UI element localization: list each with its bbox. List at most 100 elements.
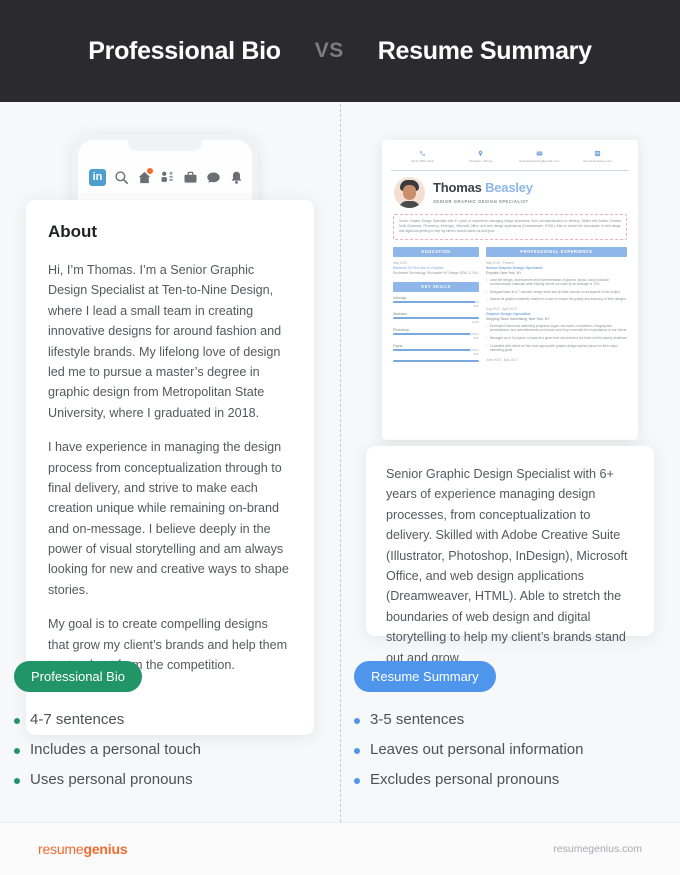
resume-first-name: Thomas: [433, 180, 482, 196]
resume-contact-text: thomasbeasley@gmail.com: [519, 159, 560, 163]
resume-header: Thomas Beasley SENIOR GRAPHIC DESIGN SPE…: [391, 177, 629, 214]
search-icon[interactable]: [114, 170, 129, 185]
resume-job-title: SENIOR GRAPHIC DESIGN SPECIALIST: [433, 198, 529, 204]
about-paragraph-2: I have experience in managing the design…: [48, 440, 289, 597]
resume-skill-name: Photoshop: [393, 327, 410, 332]
resumegenius-logo[interactable]: resumegenius: [38, 841, 128, 857]
resume-job-bullet-text: Consulted with clients on the most appro…: [489, 343, 618, 353]
resume-job-org: Expolsis, New York, NY: [486, 270, 522, 275]
bullet-dot-icon: [14, 747, 20, 754]
bullet-dot-icon: •: [486, 277, 488, 282]
about-paragraph-1: Hi, I’m Thomas. I’m a Senior Graphic Des…: [48, 263, 282, 420]
resume-skill: InDesign 95%: [393, 296, 479, 308]
header-vs-label: VS: [314, 39, 344, 62]
notification-badge: [146, 166, 154, 175]
avatar-body: [399, 201, 420, 208]
list-item: Leaves out personal information: [354, 740, 654, 760]
network-icon[interactable]: [160, 170, 175, 185]
resume-job-bullet-text: Lead the design, development and impleme…: [489, 277, 610, 287]
resume-job-bullet-text: Assess all graphic materials created in-…: [489, 297, 626, 302]
list-item: Uses personal pronouns: [14, 770, 314, 790]
resume-job-title: Graphic Design Specialist: [486, 311, 531, 316]
right-column: (212) 256-1414 Chicago, Illinois thomasb…: [340, 102, 680, 822]
bullet-dot-icon: [14, 718, 20, 724]
resume-last-name: Beasley: [485, 180, 533, 196]
list-item: 3-5 sentences: [354, 710, 654, 730]
resume-job-title: Senior Graphic Design Specialist: [486, 265, 543, 270]
resume-experience-header: PROFESSIONAL EXPERIENCE: [486, 246, 627, 257]
avatar-face: [403, 185, 416, 200]
resume-contact-row: (212) 256-1414 Chicago, Illinois thomasb…: [391, 148, 629, 168]
left-column: in About Hi, I’m Thomas. I’m a Senior Gr…: [0, 102, 340, 822]
resume-skill: Photoshop 90%: [393, 328, 479, 340]
resume-contact-text: thomasbeasley.com: [583, 159, 613, 163]
resume-job-bullet: • Delegate tasks to a 7-member design tea…: [486, 290, 627, 295]
avatar: [394, 177, 425, 208]
bullet-dot-icon: •: [486, 343, 488, 348]
professional-bio-badge: Professional Bio: [14, 661, 142, 692]
resume-contact-item: (212) 256-1414: [393, 150, 452, 163]
resume-education-details: Rochester Technology, Rochester NY Desig…: [393, 270, 479, 275]
bullet-dot-icon: [354, 747, 360, 754]
messaging-icon[interactable]: [206, 170, 221, 185]
bullet-dot-icon: [354, 718, 360, 724]
resume-job-org: Stepping Stone Advertising, New York, NY: [486, 316, 550, 321]
home-icon[interactable]: [137, 166, 154, 185]
resume-name-block: Thomas Beasley SENIOR GRAPHIC DESIGN SPE…: [433, 180, 533, 204]
jobs-icon[interactable]: [183, 170, 198, 185]
resume-job-bullet: • Assess all graphic materials created in…: [486, 297, 627, 302]
resume-left-column: EDUCATION May 2015 Bachelor Of Fine Arts…: [393, 246, 479, 364]
resume-job-entry: Aug 2017 - April 2019 Graphic Design Spe…: [486, 307, 627, 353]
resume-job-bullet-text: Delegate tasks to a 7-member design team…: [489, 289, 620, 294]
resume-contact-item: thomasbeasley.com: [569, 150, 628, 163]
list-item-label: Leaves out personal information: [370, 740, 584, 758]
location-icon: [477, 150, 484, 157]
phone-notch: [128, 140, 202, 151]
resume-job-date: Aug 2017 - April 2019: [486, 306, 517, 311]
resume-right-column: PROFESSIONAL EXPERIENCE May 2019 - Prese…: [486, 246, 627, 364]
resume-contact-text: (212) 256-1414: [410, 159, 434, 163]
resume-skill-pct: 100%: [471, 319, 479, 324]
about-card-title: About: [48, 222, 98, 241]
resume-job-date: May 2019 - Present: [486, 260, 514, 265]
list-item-label: Uses personal pronouns: [30, 770, 193, 788]
resume-education-date: May 2015: [393, 260, 407, 265]
resume-skill-fill: [393, 359, 479, 362]
resume-columns: EDUCATION May 2015 Bachelor Of Fine Arts…: [391, 246, 629, 364]
bullet-dot-icon: [354, 777, 360, 784]
resume-skill-pct: 90%: [473, 351, 479, 356]
resume-summary-paragraph: Senior Graphic Design Specialist with 6+…: [386, 467, 628, 665]
resume-skill: Figma 90%: [393, 344, 479, 356]
phone-icon: [419, 150, 426, 157]
footer-bar: resumegenius resumegenius.com: [0, 822, 680, 875]
resume-job-date: June 2015 - May 2017: [486, 358, 518, 363]
resume-job-entry: May 2019 - Present Senior Graphic Design…: [486, 261, 627, 303]
resume-preview: (212) 256-1414 Chicago, Illinois thomasb…: [382, 140, 638, 440]
resume-skill-name: InDesign: [393, 295, 407, 300]
email-icon: [536, 150, 543, 157]
list-item: Excludes personal pronouns: [354, 770, 654, 790]
notifications-icon[interactable]: [229, 170, 244, 185]
bullet-dot-icon: •: [486, 323, 488, 328]
resume-contact-item: Chicago, Illinois: [452, 150, 511, 163]
infographic-page: Professional Bio VS Resume Summary in Ab…: [0, 0, 680, 875]
linkedin-nav-bar: in: [78, 162, 252, 192]
footer-url: resumegenius.com: [553, 843, 642, 855]
resume-skill-pct: 95%: [473, 303, 479, 308]
resume-contact-item: thomasbeasley@gmail.com: [510, 150, 569, 163]
list-item-label: Excludes personal pronouns: [370, 770, 560, 788]
list-item-label: 4-7 sentences: [30, 711, 125, 728]
resume-skill-name: Illustrator: [393, 311, 407, 316]
resume-skill-pct: 90%: [473, 335, 479, 340]
list-item-label: 3-5 sentences: [370, 711, 465, 728]
resume-skill-name: Figma: [393, 343, 403, 348]
linkedin-logo-icon: in: [89, 168, 106, 186]
resume-job-bullet: • Consulted with clients on the most appr…: [486, 344, 627, 354]
professional-bio-bullet-list: 4-7 sentences Includes a personal touch …: [14, 710, 314, 799]
list-item: Includes a personal touch: [14, 740, 314, 760]
resume-education-header: EDUCATION: [393, 246, 479, 257]
logo-light-text: resume: [38, 841, 84, 857]
resume-contact-text: Chicago, Illinois: [469, 159, 493, 163]
resume-job-bullet: • Managed up to 5 projects or tasks at a …: [486, 336, 627, 341]
resume-skill: Illustrator 100%: [393, 312, 479, 324]
